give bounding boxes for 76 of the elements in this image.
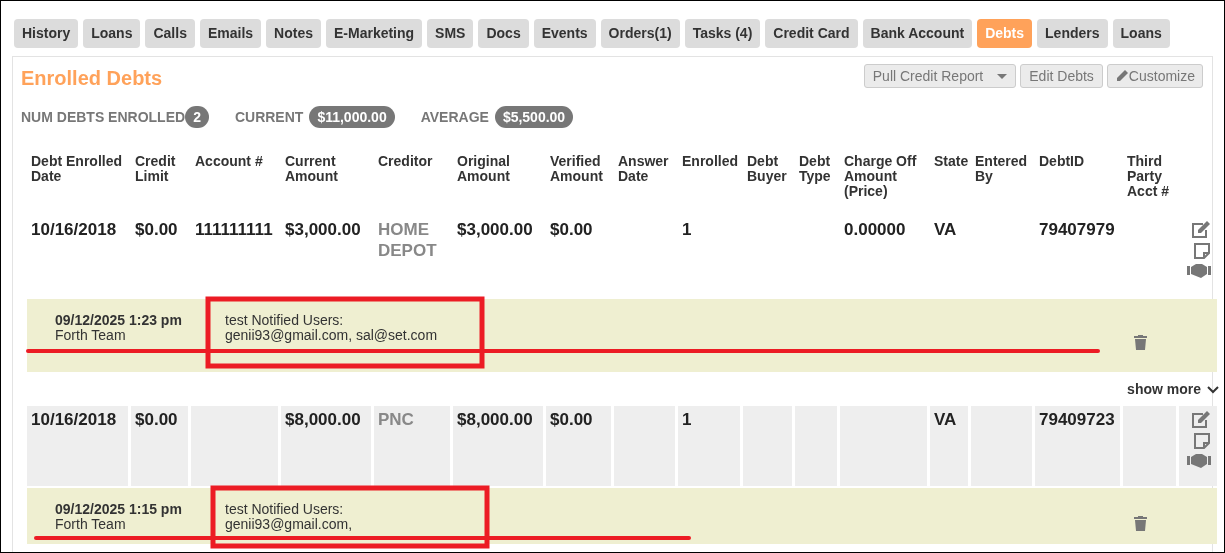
table-cell: 79407979 (1039, 219, 1115, 240)
tab[interactable]: Events (533, 19, 596, 48)
column-header: Entered By (974, 154, 1029, 186)
table-cell: 1 (682, 409, 692, 430)
column-header: Verified Amount (549, 154, 604, 186)
table-cell[interactable]: HOME DEPOT (378, 219, 453, 261)
table-cell: VA (934, 219, 957, 240)
note-text: test Notified Users: genii93@gmail.com, sal@set.com (225, 313, 439, 343)
summary-label: NUM DEBTS ENROLLED (21, 107, 186, 127)
column-header: Charge Off Amount (Price) (843, 154, 918, 201)
table-cell: 111111111 (195, 219, 273, 240)
trash-icon[interactable] (1134, 515, 1147, 531)
toolbar-button[interactable]: Edit Debts (1020, 64, 1103, 88)
note-author: Forth Team (55, 328, 127, 343)
tab[interactable]: SMS (427, 19, 474, 48)
chevron-down-icon (1207, 385, 1219, 394)
edit-icon[interactable] (1191, 411, 1211, 429)
tab[interactable]: Lenders (1037, 19, 1108, 48)
table-cell: 1 (682, 219, 692, 240)
tab[interactable]: Docs (478, 19, 529, 48)
column-header: Creditor (377, 154, 434, 171)
tab[interactable]: Loans (1112, 19, 1170, 48)
table-cell: $0.00 (135, 219, 178, 240)
section-title: Enrolled Debts (21, 66, 163, 91)
column-header: Third Party Acct # (1126, 154, 1171, 201)
toolbar-button[interactable]: Customize (1106, 64, 1203, 88)
table-cell: $0.00 (135, 409, 178, 430)
summary-badge: $5,500.00 (494, 106, 574, 128)
table-cell: 10/16/2018 (31, 219, 117, 240)
column-header: Debt Buyer (746, 154, 788, 186)
tab[interactable]: Emails (199, 19, 262, 48)
note-date: 09/12/2025 1:23 pm (55, 313, 183, 328)
note-icon[interactable] (1193, 242, 1211, 260)
column-header: Debt Type (798, 154, 832, 186)
table-cell: 10/16/2018 (31, 409, 117, 430)
summary-badge: 2 (185, 106, 209, 128)
note-icon[interactable] (1193, 432, 1211, 450)
tab[interactable]: Loans (83, 19, 141, 48)
summary-label: AVERAGE (420, 107, 489, 127)
column-header: State (933, 154, 970, 171)
tab[interactable]: Credit Card (765, 19, 858, 48)
table-cell: VA (934, 409, 957, 430)
trash-icon[interactable] (1134, 335, 1147, 350)
tab[interactable]: E-Marketing (326, 19, 423, 48)
edit-icon[interactable] (1191, 221, 1211, 239)
table-cell: $8,000.00 (285, 409, 361, 430)
table-cell: $0.00 (550, 219, 593, 240)
toolbar-button[interactable]: Pull Credit Report (863, 64, 1017, 88)
note-date: 09/12/2025 1:15 pm (55, 502, 183, 517)
table-cell: 0.00000 (844, 219, 906, 240)
tab[interactable]: Notes (266, 19, 321, 48)
tab[interactable]: Calls (145, 19, 195, 48)
tab[interactable]: History (14, 19, 79, 48)
table-cell: 79409723 (1039, 409, 1115, 430)
pencil-icon (1114, 69, 1129, 83)
summary-label: CURRENT (234, 107, 304, 127)
column-header: DebtID (1038, 154, 1086, 171)
column-header: Current Amount (284, 154, 339, 186)
column-header: Enrolled (681, 154, 739, 171)
tab[interactable]: Tasks (4) (684, 19, 761, 48)
table-cell: $8,000.00 (457, 409, 533, 430)
column-header: Account # (194, 154, 264, 171)
column-header: Debt Enrolled Date (30, 154, 123, 186)
note-author: Forth Team (55, 517, 127, 532)
table-cell: $3,000.00 (457, 219, 533, 240)
column-header: Original Amount (456, 154, 511, 186)
caret-icon (997, 73, 1008, 79)
show-more-link[interactable]: show more (1127, 379, 1219, 400)
tab[interactable]: Bank Account (862, 19, 973, 48)
table-cell: $3,000.00 (285, 219, 361, 240)
summary-badge: $11,000.00 (309, 106, 395, 128)
table-cell: $0.00 (550, 409, 593, 430)
note-text: test Notified Users: genii93@gmail.com, (225, 502, 354, 532)
column-header: Credit Limit (134, 154, 177, 186)
tab[interactable]: Orders(1) (600, 19, 680, 48)
column-header: Answer Date (617, 154, 670, 186)
